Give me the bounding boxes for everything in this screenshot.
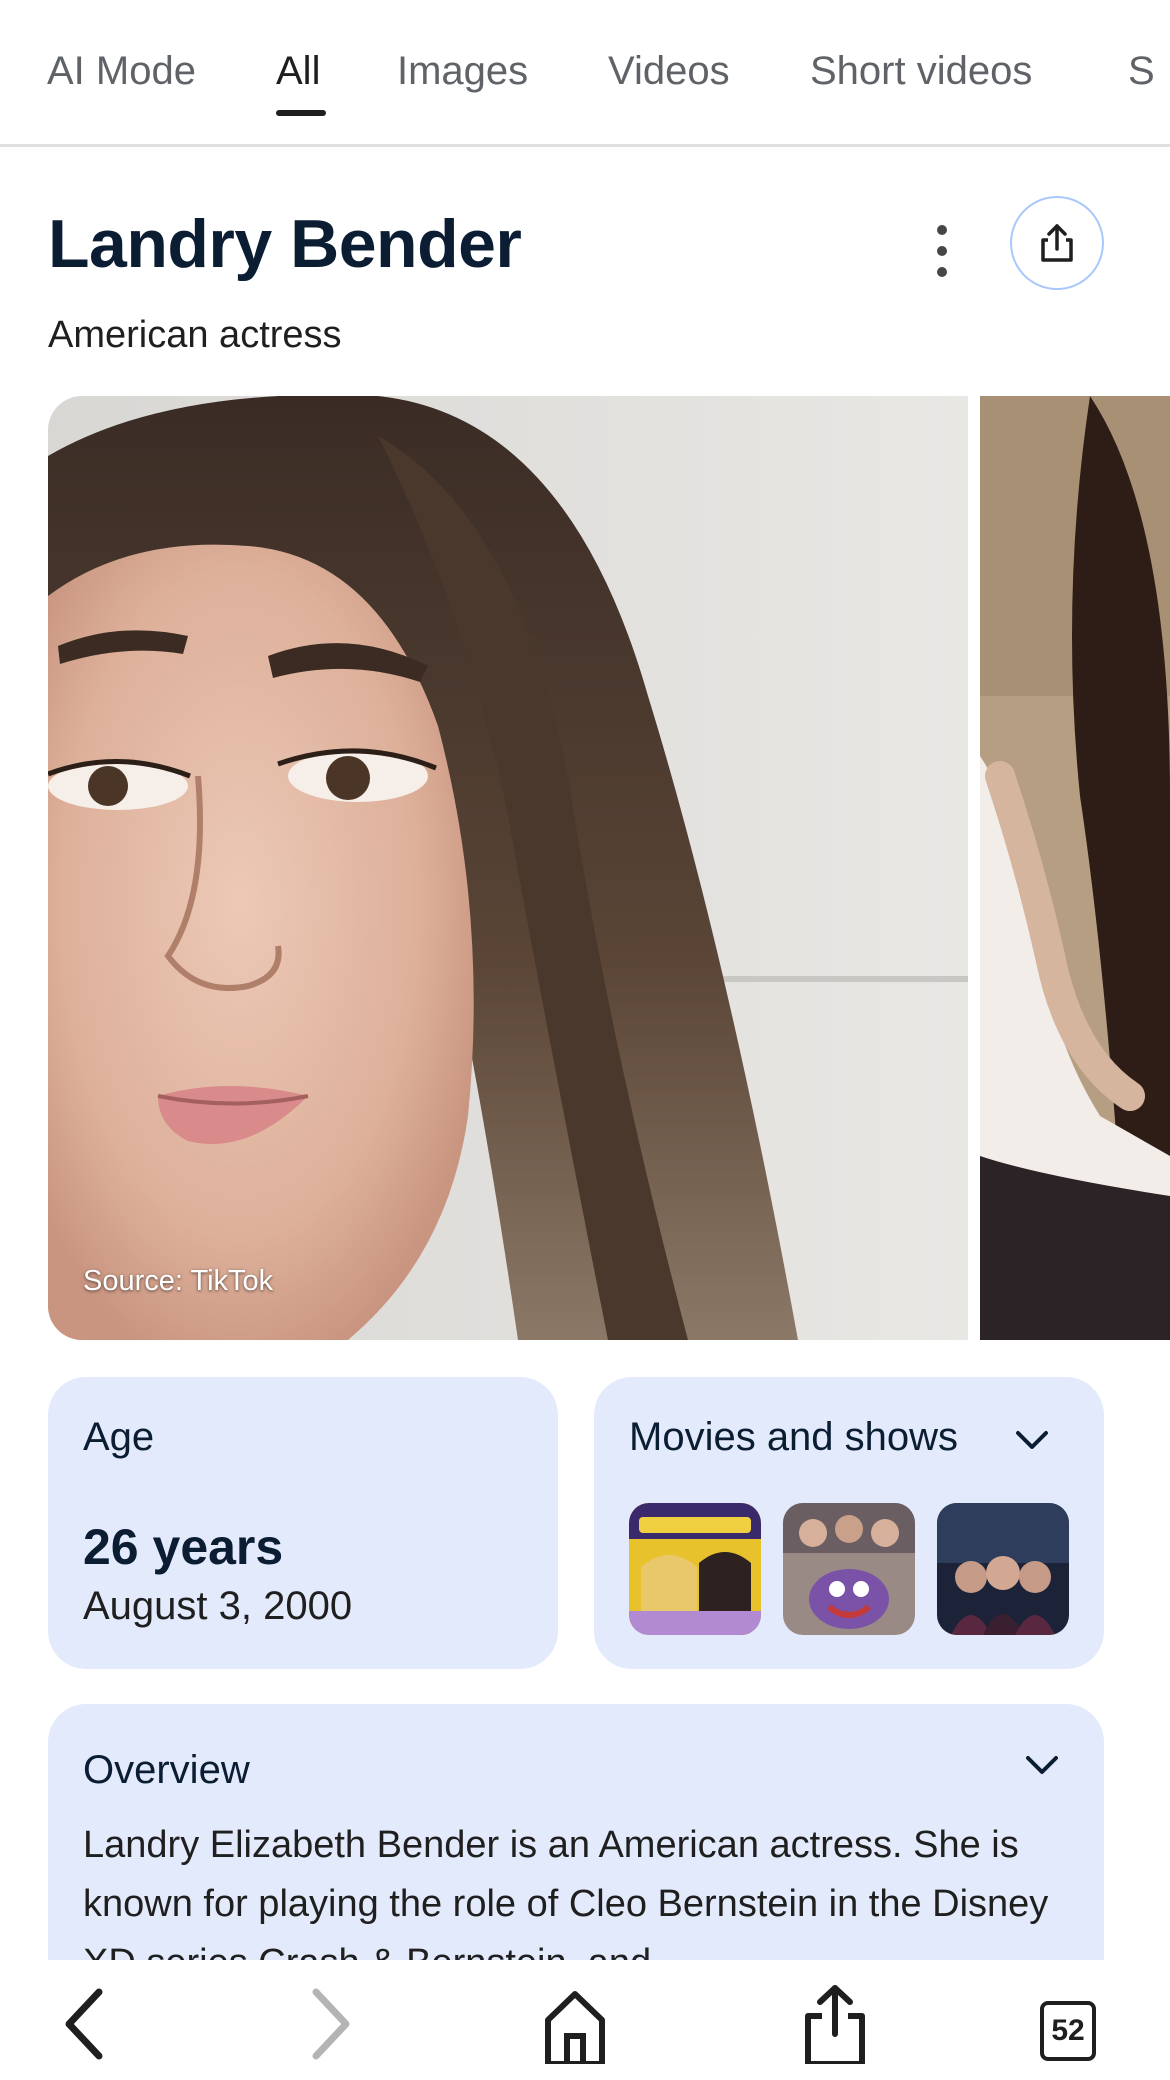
back-icon: [65, 1988, 103, 2060]
active-tab-indicator: [276, 110, 326, 116]
tab-count-label: 52: [1051, 2014, 1085, 2047]
movie-thumbnail-3[interactable]: [937, 1503, 1069, 1635]
movie-thumbnail-1[interactable]: [629, 1503, 761, 1635]
birth-date: August 3, 2000: [83, 1584, 353, 1628]
tab-images[interactable]: Images: [397, 46, 528, 96]
image-source-label: Source: TikTok: [83, 1265, 274, 1297]
entity-description: American actress: [48, 314, 342, 356]
home-icon: [545, 1991, 605, 2064]
chevron-down-icon[interactable]: [1012, 1425, 1052, 1455]
tab-short-videos[interactable]: Short videos: [810, 46, 1032, 96]
movie-poster-2: [783, 1503, 915, 1635]
tabs-icon[interactable]: 52: [1040, 2001, 1096, 2061]
age-label: Age: [83, 1415, 155, 1459]
search-tabs-bar: AI Mode All Images Videos Short videos S: [0, 0, 1170, 147]
share-button[interactable]: [1010, 196, 1104, 290]
home-button[interactable]: [530, 1960, 620, 2080]
forward-button[interactable]: [285, 1960, 375, 2080]
tab-more[interactable]: S: [1128, 46, 1155, 96]
tab-videos[interactable]: Videos: [608, 46, 730, 96]
share-icon: [1041, 224, 1073, 262]
portrait-illustration: [48, 396, 968, 1340]
browser-toolbar: [0, 1960, 1170, 2080]
more-options-button[interactable]: [930, 225, 954, 277]
share-icon: [805, 1985, 865, 2064]
toolbar-share-button[interactable]: [790, 1960, 880, 2080]
movies-card[interactable]: Movies and shows: [594, 1377, 1104, 1669]
main-photo[interactable]: Source: TikTok: [48, 396, 968, 1340]
chevron-down-icon[interactable]: [1022, 1750, 1062, 1780]
movie-poster-1: [629, 1503, 761, 1635]
secondary-portrait-illustration: [980, 396, 1170, 1340]
secondary-photo[interactable]: [980, 396, 1170, 1340]
forward-icon: [312, 1988, 350, 2060]
more-options-icon: [937, 225, 947, 235]
overview-label: Overview: [83, 1748, 250, 1792]
tab-all[interactable]: All: [276, 46, 320, 96]
movie-thumbnail-2[interactable]: [783, 1503, 915, 1635]
back-button[interactable]: [40, 1960, 130, 2080]
age-value: 26 years: [83, 1519, 284, 1575]
tab-ai-mode[interactable]: AI Mode: [47, 46, 196, 96]
entity-title: Landry Bender: [48, 206, 522, 282]
movies-label: Movies and shows: [629, 1415, 959, 1459]
movie-poster-3: [937, 1503, 1069, 1635]
age-card[interactable]: Age 26 years August 3, 2000: [48, 1377, 558, 1669]
